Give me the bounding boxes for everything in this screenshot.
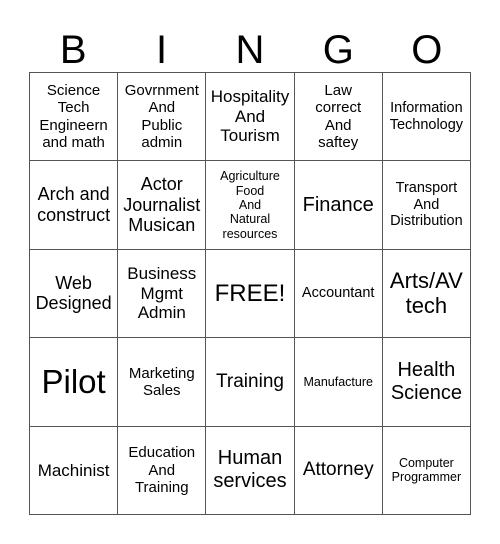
- header-letter-o: O: [411, 28, 443, 72]
- bingo-cell[interactable]: Health Science: [382, 338, 471, 427]
- bingo-cell[interactable]: Finance: [294, 161, 383, 250]
- header-letter-g: G: [322, 28, 354, 72]
- bingo-cell[interactable]: Manufacture: [294, 338, 383, 427]
- bingo-cell[interactable]: Computer Programmer: [382, 426, 471, 515]
- bingo-cell[interactable]: Information Technology: [382, 73, 471, 162]
- bingo-cell[interactable]: Web Designed: [30, 249, 119, 339]
- bingo-cell[interactable]: Human services: [206, 426, 295, 515]
- bingo-cell[interactable]: Hospitality And Tourism: [206, 73, 295, 162]
- bingo-cell[interactable]: Training: [206, 338, 295, 427]
- bingo-cell[interactable]: Arts/AV tech: [382, 249, 471, 339]
- bingo-cell[interactable]: Machinist: [30, 426, 119, 515]
- bingo-grid: Science Tech Engineern and math Govrnmen…: [29, 72, 471, 515]
- header-letter-n: N: [235, 28, 265, 72]
- header-letter-i: I: [156, 28, 168, 72]
- bingo-cell[interactable]: Science Tech Engineern and math: [30, 73, 119, 162]
- bingo-cell[interactable]: Accountant: [294, 249, 383, 339]
- bingo-cell[interactable]: Transport And Distribution: [382, 161, 471, 250]
- bingo-cell[interactable]: Pilot: [30, 338, 119, 427]
- bingo-header: B I N G O: [29, 28, 471, 72]
- bingo-cell-free[interactable]: FREE!: [206, 249, 295, 339]
- bingo-cell[interactable]: Business Mgmt Admin: [118, 249, 207, 339]
- bingo-cell[interactable]: Govrnment And Public admin: [118, 73, 207, 162]
- header-letter-b: B: [59, 28, 87, 72]
- bingo-cell[interactable]: Actor Journalist Musican: [118, 161, 207, 250]
- bingo-cell[interactable]: Marketing Sales: [118, 338, 207, 427]
- bingo-cell[interactable]: Arch and construct: [30, 161, 119, 250]
- bingo-cell[interactable]: Education And Training: [118, 426, 207, 515]
- bingo-cell[interactable]: Law correct And saftey: [294, 73, 383, 162]
- bingo-cell[interactable]: Agriculture Food And Natural resources: [206, 161, 295, 250]
- bingo-cell[interactable]: Attorney: [294, 426, 383, 515]
